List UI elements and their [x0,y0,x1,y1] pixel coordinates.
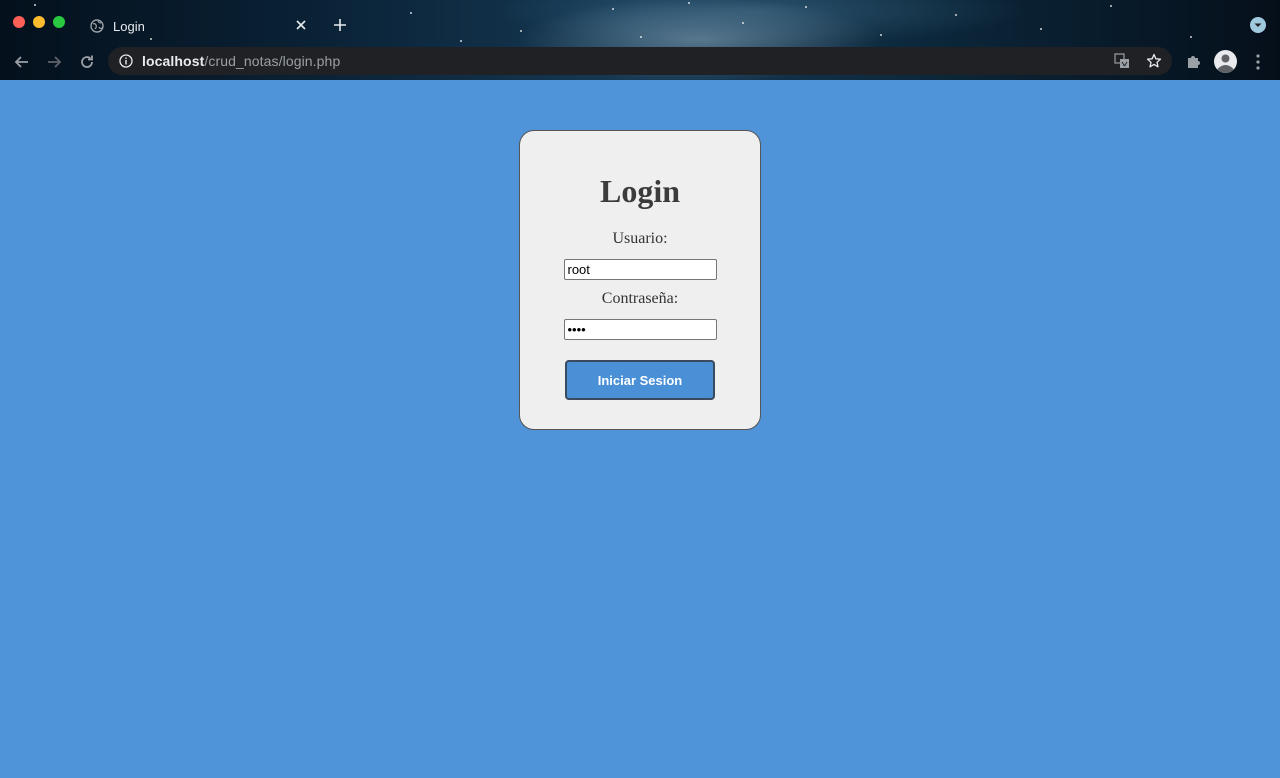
tab-title: Login [113,18,145,34]
browser-chrome: Login localhost/crud_notas/login.php [0,0,1280,80]
forward-arrow-icon[interactable] [44,52,64,72]
username-input[interactable] [563,259,717,280]
info-icon[interactable] [119,54,133,68]
login-button[interactable]: Iniciar Sesion [565,360,715,400]
browser-tab[interactable]: Login [78,8,320,44]
close-window-button[interactable] [13,16,25,28]
toolbar: localhost/crud_notas/login.php [0,44,1280,80]
address-bar[interactable]: localhost/crud_notas/login.php [108,47,1172,75]
page-title: Login [599,173,681,209]
login-card: Login Usuario: Contraseña: Iniciar Sesio… [519,130,761,430]
puzzle-icon[interactable] [1185,53,1203,71]
close-icon[interactable] [294,18,308,32]
password-label: Contraseña: [601,290,679,307]
globe-icon [90,19,104,33]
reload-icon[interactable] [77,52,97,72]
url-path: /crud_notas/login.php [204,53,341,69]
password-input[interactable] [563,319,717,340]
plus-icon[interactable] [332,17,348,33]
back-arrow-icon[interactable] [12,52,32,72]
url-host: localhost [142,53,205,69]
star-icon[interactable] [1146,53,1162,69]
tab-search-icon[interactable] [1250,17,1266,33]
translate-icon[interactable] [1114,53,1130,69]
username-label: Usuario: [612,230,668,247]
maximize-window-button[interactable] [53,16,65,28]
minimize-window-button[interactable] [33,16,45,28]
profile-icon[interactable] [1214,50,1237,73]
url-text[interactable]: localhost/crud_notas/login.php [142,53,340,69]
kebab-menu-icon[interactable] [1252,53,1264,71]
